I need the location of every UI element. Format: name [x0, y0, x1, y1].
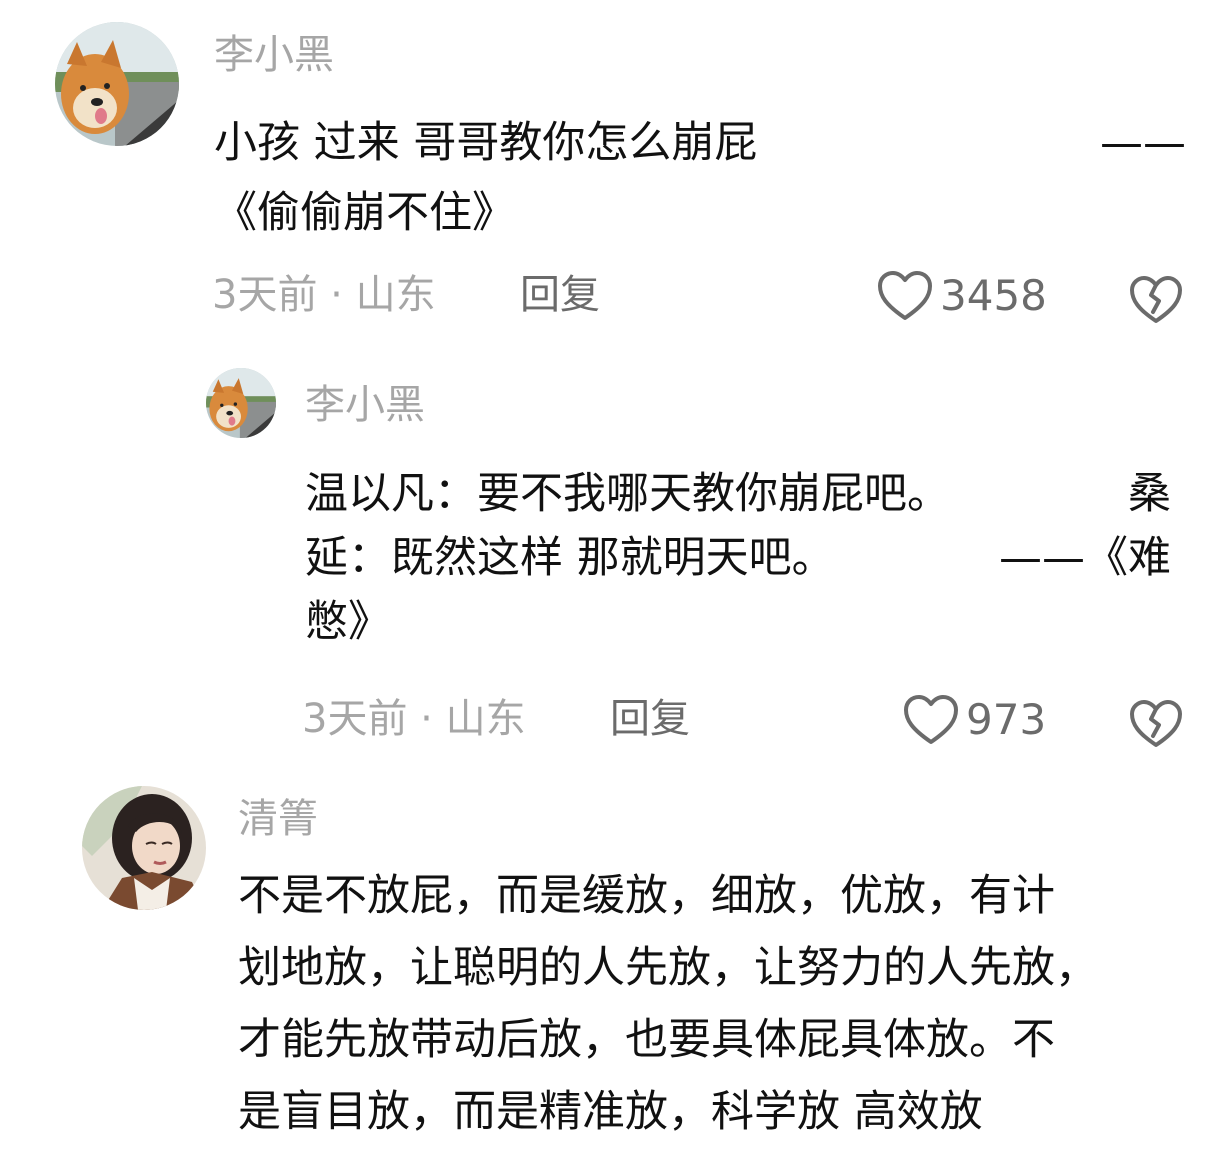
avatar[interactable] [55, 22, 179, 146]
reply-button[interactable]: 回复 [520, 270, 600, 320]
dislike-button[interactable] [1128, 698, 1184, 750]
username[interactable]: 李小黑 [214, 30, 334, 80]
username[interactable]: 李小黑 [305, 380, 425, 430]
like-count: 973 [966, 695, 1047, 744]
broken-heart-icon [1130, 700, 1182, 747]
comment-text-line: 划地放，让聪明的人先放，让努力的人先放， [238, 943, 1098, 993]
comment-text-line: 是盲目放，而是精准放，科学放 高效放 [238, 1087, 983, 1137]
reply-text-line: 桑 [1128, 469, 1171, 519]
avatar[interactable] [82, 786, 206, 910]
username[interactable]: 清箐 [238, 794, 318, 844]
reply-text-line: 温以凡：要不我哪天教你崩屁吧。 [305, 469, 950, 519]
like-button[interactable]: 973 [902, 692, 1046, 748]
heart-outline-icon [878, 271, 932, 320]
shiba-dog-avatar [55, 22, 179, 146]
like-count: 3458 [940, 271, 1047, 320]
comment-text-line: 《偷偷崩不住》 [214, 188, 515, 238]
time-location: 3天前 · 山东 [302, 696, 526, 742]
dislike-button[interactable] [1128, 274, 1184, 326]
reply-button[interactable]: 回复 [610, 694, 690, 744]
comment-text-line: 才能先放带动后放，也要具体屁具体放。不 [238, 1015, 1055, 1065]
comment-text-line: 小孩 过来 哥哥教你怎么崩屁 [214, 118, 758, 168]
like-button[interactable]: 3458 [876, 268, 1047, 324]
comment-text-line: 不是不放屁，而是缓放，细放，优放，有计 [238, 871, 1055, 921]
time-location: 3天前 · 山东 [212, 272, 436, 318]
comment-text-dash: —— [1100, 118, 1186, 168]
avatar[interactable] [206, 368, 276, 438]
shiba-dog-avatar [206, 368, 276, 438]
girl-portrait-avatar [82, 786, 206, 910]
reply-text-line: 憋》 [305, 597, 391, 647]
reply-text-line: 延：既然这样 那就明天吧。 [305, 533, 835, 583]
reply-text-line: ——《难 [999, 533, 1171, 583]
broken-heart-icon [1130, 276, 1182, 323]
heart-outline-icon [904, 695, 958, 744]
